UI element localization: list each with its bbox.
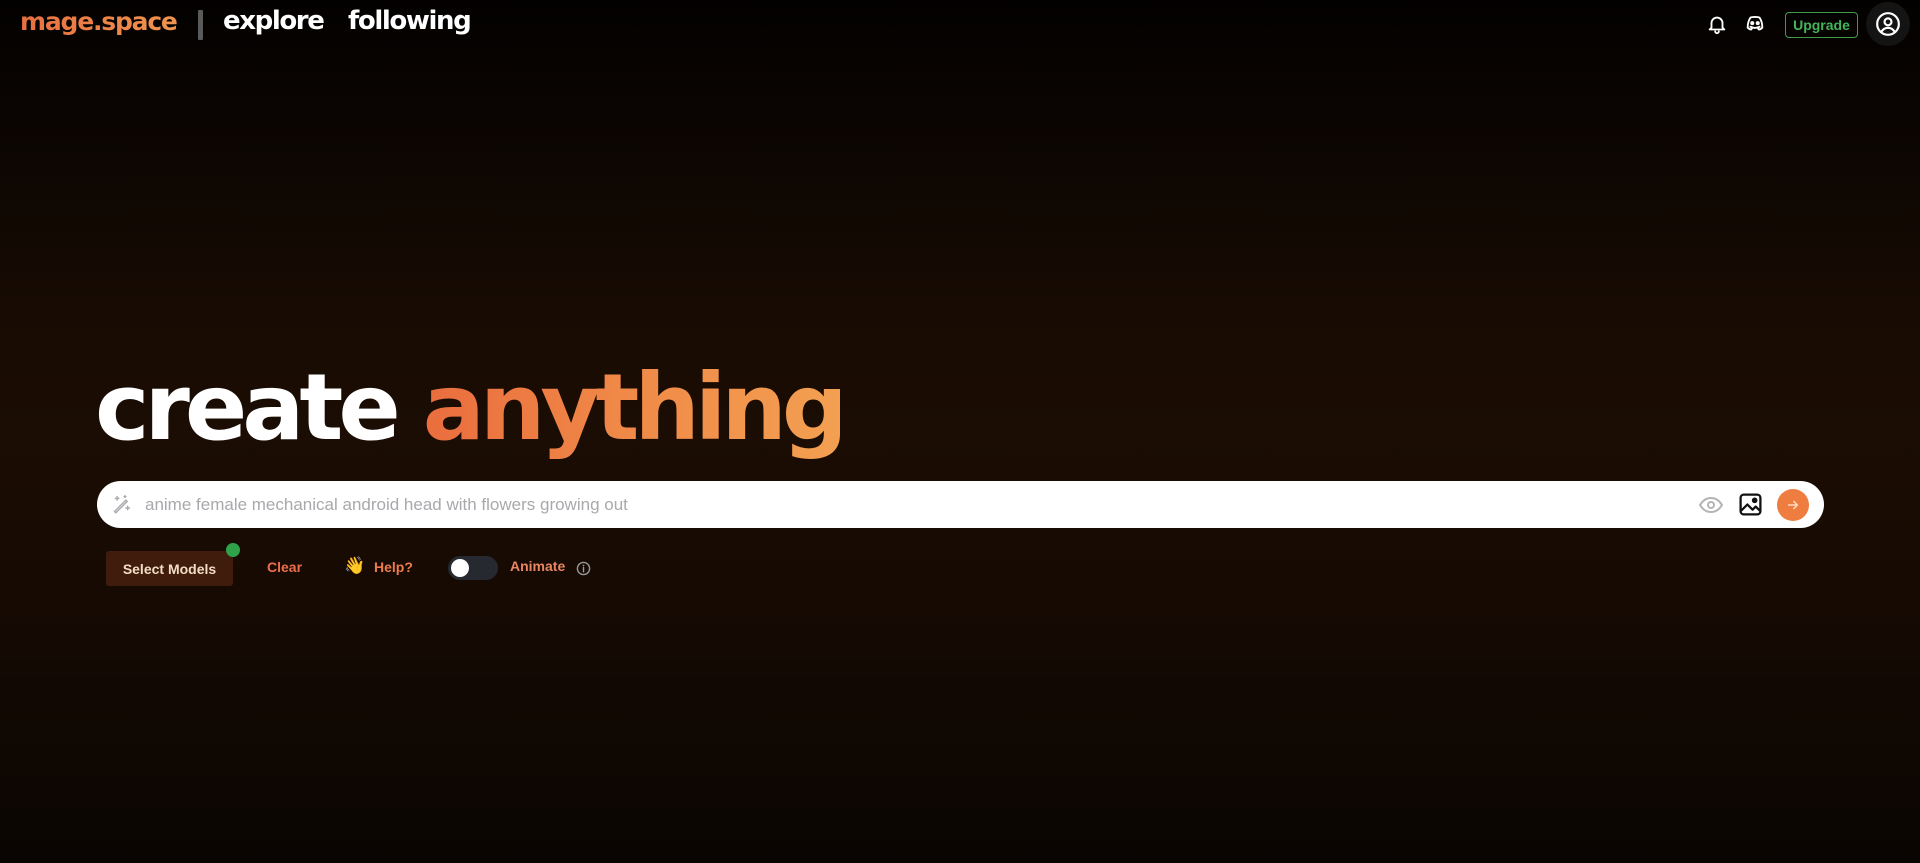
toggle-knob — [451, 559, 469, 577]
user-menu-button[interactable] — [1866, 2, 1910, 46]
hero-title-create: create — [95, 354, 401, 461]
select-models-button[interactable]: Select Models — [106, 551, 233, 586]
magic-wand-icon[interactable] — [111, 494, 132, 515]
nav-divider — [198, 10, 203, 40]
prompt-bar — [97, 481, 1824, 528]
clear-button[interactable]: Clear — [267, 559, 302, 575]
nav-explore[interactable]: explore — [223, 6, 325, 36]
image-icon[interactable] — [1738, 492, 1763, 517]
status-dot — [226, 543, 240, 557]
animate-label: Animate — [510, 558, 566, 574]
prompt-input[interactable] — [145, 489, 1685, 520]
brand-logo[interactable]: mage.space — [20, 7, 178, 36]
top-nav-bar: mage.space explore following Upgrade — [0, 0, 1920, 50]
hero-title: create anything — [95, 362, 848, 454]
hero-title-anything: anything — [422, 354, 848, 461]
user-circle-icon — [1876, 12, 1900, 36]
discord-icon[interactable] — [1744, 13, 1766, 35]
waving-hand-icon: 👋 — [344, 556, 366, 575]
bell-icon[interactable] — [1706, 13, 1728, 35]
upgrade-button[interactable]: Upgrade — [1785, 12, 1858, 38]
help-button[interactable]: Help? — [374, 559, 413, 575]
arrow-right-icon — [1787, 500, 1799, 510]
generate-button[interactable] — [1777, 489, 1809, 521]
eye-icon[interactable] — [1698, 493, 1724, 517]
info-icon[interactable] — [576, 561, 591, 576]
nav-following[interactable]: following — [348, 6, 472, 36]
animate-toggle[interactable] — [448, 556, 498, 580]
